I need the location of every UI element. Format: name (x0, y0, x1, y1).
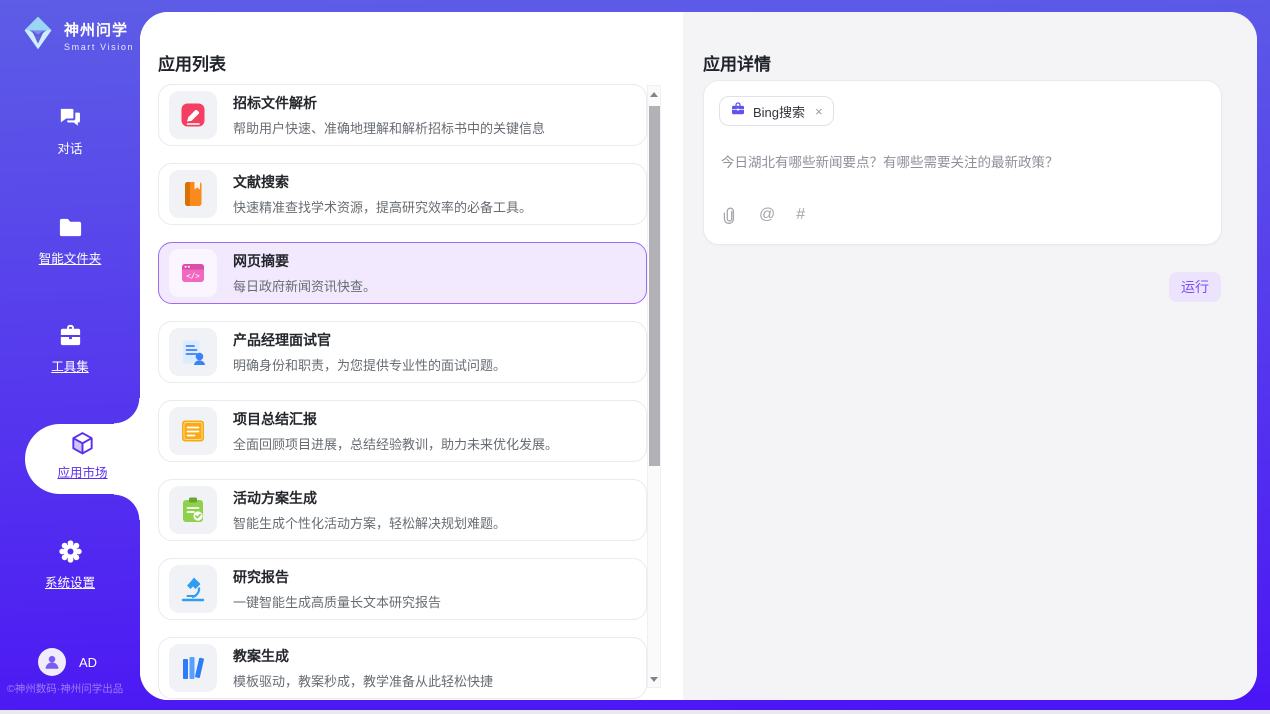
sidebar-item-4[interactable]: 应用市场 (25, 430, 140, 481)
attachment-toolbar: @ # (721, 206, 805, 224)
interview-icon (169, 328, 217, 376)
sidebar-item-label: 工具集 (51, 356, 89, 375)
scroll-down-arrow-icon[interactable] (648, 672, 660, 686)
chat-icon (57, 104, 84, 131)
briefcase-icon (730, 101, 746, 122)
brand-tagline: Smart Vision (64, 42, 134, 52)
sidebar: 神州问学 Smart Vision 对话智能文件夹工具集应用市场系统设置 AD … (0, 0, 140, 710)
scrollbar-thumb[interactable] (649, 106, 660, 466)
bottom-strip (0, 710, 1270, 714)
app-card-name: 教案生成 (233, 646, 493, 666)
user-name: AD (79, 655, 97, 670)
research-icon (169, 565, 217, 613)
app-card-name: 招标文件解析 (233, 93, 545, 113)
app-card-name: 产品经理面试官 (233, 330, 506, 350)
run-button[interactable]: 运行 (1169, 272, 1221, 302)
app-card-description: 每日政府新闻资讯快查。 (233, 276, 376, 295)
brand-logo: 神州问学 Smart Vision (20, 15, 134, 56)
sidebar-item-label: 应用市场 (57, 462, 107, 481)
folder-icon (57, 214, 84, 241)
paperclip-icon[interactable] (721, 207, 738, 224)
app-card-description: 模板驱动，教案秒成，教学准备从此轻松快捷 (233, 671, 493, 690)
sidebar-item-3[interactable]: 工具集 (0, 322, 140, 375)
toolbox-icon (57, 322, 84, 349)
tab-curve-bottom (114, 494, 140, 520)
app-card-name: 网页摘要 (233, 251, 376, 271)
sidebar-item-5[interactable]: 系统设置 (0, 538, 140, 591)
hash-icon[interactable]: # (796, 206, 805, 224)
app-card-name: 研究报告 (233, 567, 441, 587)
avatar (38, 648, 66, 676)
book-icon (169, 170, 217, 218)
tool-tag-bing-search[interactable]: Bing搜索 × (719, 96, 834, 126)
sidebar-item-label: 智能文件夹 (39, 248, 102, 267)
app-card-description: 快速精准查找学术资源，提高研究效率的必备工具。 (233, 197, 532, 216)
app-root: 神州问学 Smart Vision 对话智能文件夹工具集应用市场系统设置 AD … (0, 0, 1270, 714)
svg-text:</>: </> (186, 272, 200, 281)
app-card-6[interactable]: 活动方案生成智能生成个性化活动方案，轻松解决规划难题。 (158, 479, 647, 541)
sidebar-item-1[interactable]: 对话 (0, 104, 140, 157)
app-list-title: 应用列表 (158, 50, 226, 75)
main-window: 应用列表 招标文件解析帮助用户快速、准确地理解和解析招标书中的关键信息文献搜索快… (140, 12, 1257, 700)
app-card-name: 文献搜索 (233, 172, 532, 192)
pen-icon (169, 91, 217, 139)
scroll-up-arrow-icon[interactable] (648, 87, 660, 101)
prompt-input-card[interactable]: Bing搜索 × 今日湖北有哪些新闻要点？有哪些需要关注的最新政策？ @ # (703, 80, 1222, 245)
cube-icon (69, 430, 96, 457)
sidebar-item-label: 对话 (57, 138, 82, 157)
app-list: 招标文件解析帮助用户快速、准确地理解和解析招标书中的关键信息文献搜索快速精准查找… (158, 84, 647, 700)
sidebar-item-2[interactable]: 智能文件夹 (0, 214, 140, 267)
app-card-3[interactable]: </> 网页摘要每日政府新闻资讯快查。 (158, 242, 647, 304)
app-list-scrollbar[interactable] (647, 85, 661, 688)
copyright-text: ©神州数码·神州问学出品 (7, 681, 123, 696)
app-card-description: 智能生成个性化活动方案，轻松解决规划难题。 (233, 513, 506, 532)
tool-tag-label: Bing搜索 (753, 102, 805, 121)
app-card-5[interactable]: 项目总结汇报全面回顾项目进展，总结经验教训，助力未来优化发展。 (158, 400, 647, 462)
app-card-7[interactable]: 研究报告一键智能生成高质量长文本研究报告 (158, 558, 647, 620)
app-card-description: 帮助用户快速、准确地理解和解析招标书中的关键信息 (233, 118, 545, 137)
app-card-description: 明确身份和职责，为您提供专业性的面试问题。 (233, 355, 506, 374)
app-card-1[interactable]: 招标文件解析帮助用户快速、准确地理解和解析招标书中的关键信息 (158, 84, 647, 146)
app-card-description: 一键智能生成高质量长文本研究报告 (233, 592, 441, 611)
brand-name: 神州问学 (64, 19, 134, 40)
user-profile[interactable]: AD (38, 648, 97, 676)
clipboard-icon (169, 486, 217, 534)
tool-tag-close-icon[interactable]: × (815, 104, 823, 119)
app-detail-panel: 应用详情 Bing搜索 × 今日湖北有哪些新闻要点？有哪些需要关注的最新政 (683, 12, 1257, 700)
diamond-logo-icon (20, 15, 56, 56)
browser-icon: </> (169, 249, 217, 297)
app-card-description: 全面回顾项目进展，总结经验教训，助力未来优化发展。 (233, 434, 558, 453)
app-card-4[interactable]: 产品经理面试官明确身份和职责，为您提供专业性的面试问题。 (158, 321, 647, 383)
app-card-8[interactable]: 教案生成模板驱动，教案秒成，教学准备从此轻松快捷 (158, 637, 647, 699)
at-icon[interactable]: @ (759, 206, 775, 224)
prompt-text[interactable]: 今日湖北有哪些新闻要点？有哪些需要关注的最新政策？ (721, 151, 1201, 171)
app-detail-title: 应用详情 (703, 50, 771, 75)
tab-curve-top (114, 398, 140, 424)
books-icon (169, 644, 217, 692)
sidebar-item-label: 系统设置 (45, 572, 95, 591)
report-icon (169, 407, 217, 455)
app-card-name: 项目总结汇报 (233, 409, 558, 429)
gear-icon (57, 538, 84, 565)
app-list-panel: 应用列表 招标文件解析帮助用户快速、准确地理解和解析招标书中的关键信息文献搜索快… (140, 12, 683, 700)
app-card-2[interactable]: 文献搜索快速精准查找学术资源，提高研究效率的必备工具。 (158, 163, 647, 225)
app-card-name: 活动方案生成 (233, 488, 506, 508)
